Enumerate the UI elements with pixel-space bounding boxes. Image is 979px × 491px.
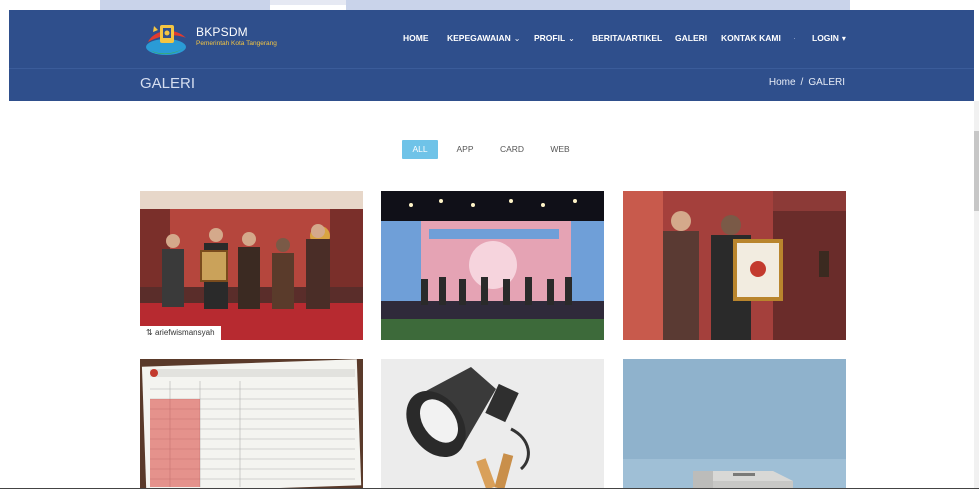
browser-top-strip xyxy=(0,0,979,10)
logo-emblem-icon xyxy=(146,25,186,55)
nav-item-kepegawaian[interactable]: KEPEGAWAIAN ⌄ xyxy=(447,33,520,47)
gallery-item-photo[interactable] xyxy=(381,191,604,340)
breadcrumb-separator: / xyxy=(800,77,804,88)
nav-item-home[interactable]: HOME xyxy=(403,33,429,47)
nav-bar: BKPSDM Pemerintah Kota Tangerang HOME KE… xyxy=(9,10,974,68)
scrollbar-thumb[interactable] xyxy=(974,131,979,211)
nav-item-label: KONTAK KAMI xyxy=(721,33,781,43)
filter-app[interactable]: APP xyxy=(448,140,482,159)
page-title: GALERI xyxy=(140,75,196,92)
page-title-bar: GALERI Home / GALERI xyxy=(9,68,974,101)
nav-item-berita-artikel[interactable]: BERITA/ARTIKEL xyxy=(592,33,662,47)
breadcrumb: Home / GALERI xyxy=(769,77,845,88)
nav-item-label: HOME xyxy=(403,33,429,43)
caret-down-icon: ▾ xyxy=(841,34,846,43)
gallery-item-photo[interactable] xyxy=(140,359,363,489)
site-logo[interactable]: BKPSDM Pemerintah Kota Tangerang xyxy=(144,20,304,60)
breadcrumb-current: GALERI xyxy=(808,77,845,88)
chevron-down-icon: ⌄ xyxy=(568,34,575,43)
nav-item-kontak-kami[interactable]: KONTAK KAMI xyxy=(721,33,781,47)
nav-item-label: GALERI xyxy=(675,33,708,43)
nav-item-galeri[interactable]: GALERI xyxy=(675,33,707,47)
gallery-photo-ballot-box xyxy=(623,359,846,489)
gallery-item-photo[interactable]: ⇅ ariefwismansyah xyxy=(140,191,363,340)
site-header: BKPSDM Pemerintah Kota Tangerang HOME KE… xyxy=(9,10,974,101)
gallery-item-photo[interactable] xyxy=(623,191,846,340)
filter-web[interactable]: WEB xyxy=(542,140,578,159)
nav-item-label: BERITA/ARTIKEL xyxy=(592,33,663,43)
filter-all[interactable]: ALL xyxy=(402,140,438,159)
top-strip-segment xyxy=(270,0,346,5)
gallery-photo-certificate xyxy=(623,191,846,340)
brand-subtitle: Pemerintah Kota Tangerang xyxy=(196,40,277,47)
credit-username: ariefwismansyah xyxy=(154,328,215,337)
nav-item-label: PROFIL xyxy=(534,33,566,43)
gallery-item-photo[interactable] xyxy=(381,359,604,489)
breadcrumb-home-link[interactable]: Home xyxy=(769,77,796,88)
gallery-item-photo[interactable] xyxy=(623,359,846,489)
gallery-photo-document xyxy=(140,359,363,489)
brand-name: BKPSDM xyxy=(196,25,248,39)
nav-item-login[interactable]: LOGIN ▾ xyxy=(812,33,846,47)
nav-item-label: KEPEGAWAIAN xyxy=(447,33,511,43)
gallery-photo-megaphone xyxy=(381,359,604,489)
nav-dot-separator: · xyxy=(793,33,796,43)
nav-item-label: LOGIN xyxy=(812,33,839,43)
gallery-photo-stage-event xyxy=(381,191,604,340)
repost-icon: ⇅ xyxy=(146,328,153,337)
chevron-down-icon: ⌄ xyxy=(513,34,521,43)
gallery-photo-award-group xyxy=(140,191,363,340)
top-strip-segment xyxy=(100,0,270,10)
filter-card[interactable]: CARD xyxy=(492,140,532,159)
nav-item-profil[interactable]: PROFIL ⌄ xyxy=(534,33,575,47)
top-strip-segment xyxy=(346,0,850,10)
photo-credit: ⇅ ariefwismansyah xyxy=(140,326,221,340)
vertical-scrollbar[interactable] xyxy=(974,101,979,491)
